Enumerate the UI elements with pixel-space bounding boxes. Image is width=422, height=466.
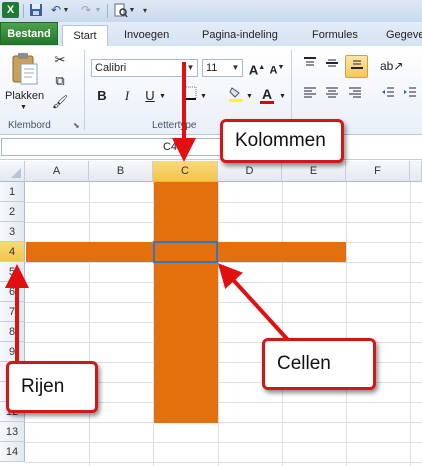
callout-cellen: Cellen <box>262 338 376 390</box>
callout-kolommen: Kolommen <box>220 119 344 163</box>
arrow-to-cell-c4 <box>217 263 290 342</box>
callout-rijen: Rijen <box>6 361 98 413</box>
